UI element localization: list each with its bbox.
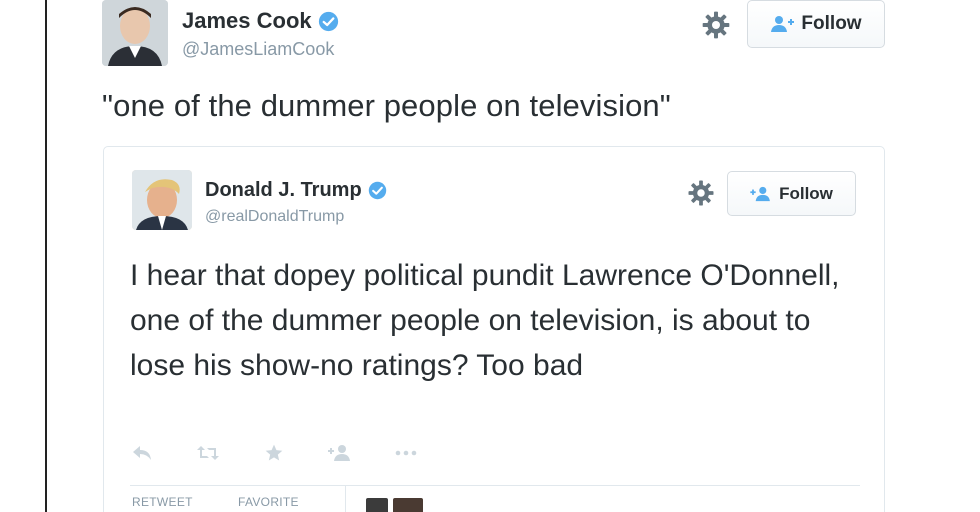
quoted-follow-button[interactable]: Follow bbox=[727, 171, 856, 216]
follow-action-button[interactable] bbox=[328, 441, 352, 465]
follow-person-icon bbox=[328, 445, 350, 461]
quoted-avatar[interactable] bbox=[132, 170, 192, 230]
gear-icon[interactable] bbox=[686, 178, 716, 208]
retweet-icon bbox=[197, 446, 219, 460]
tweet-text: "one of the dummer people on television" bbox=[102, 88, 671, 123]
favorite-star-icon bbox=[265, 444, 283, 461]
follow-button-label: Follow bbox=[801, 13, 862, 34]
more-dots-icon bbox=[395, 450, 417, 456]
quoted-follow-button-label: Follow bbox=[779, 183, 833, 203]
retweet-button[interactable] bbox=[196, 441, 220, 465]
reply-button[interactable] bbox=[130, 441, 154, 465]
avatar[interactable] bbox=[393, 498, 423, 512]
quoted-author-handle[interactable]: @realDonaldTrump bbox=[205, 208, 344, 226]
avatar[interactable] bbox=[102, 0, 168, 66]
follow-button[interactable]: Follow bbox=[747, 0, 885, 48]
profile-photo-icon bbox=[132, 170, 192, 230]
verified-badge-icon bbox=[368, 181, 386, 200]
author-name-text: James Cook bbox=[182, 8, 312, 33]
avatar[interactable] bbox=[366, 498, 388, 512]
gear-icon[interactable] bbox=[700, 9, 732, 41]
add-user-icon bbox=[771, 16, 795, 32]
left-border-line bbox=[45, 0, 47, 512]
add-user-icon bbox=[750, 186, 770, 201]
retweet-stat-label[interactable]: RETWEET bbox=[132, 495, 193, 509]
profile-photo-icon bbox=[102, 0, 168, 66]
author-handle[interactable]: @JamesLiamCook bbox=[182, 39, 334, 60]
quoted-author-name-text: Donald J. Trump bbox=[205, 179, 362, 201]
tweet-actions bbox=[130, 441, 460, 465]
favorite-stat-label[interactable]: FAVORITE bbox=[238, 495, 299, 509]
favoriter-avatars bbox=[366, 498, 423, 512]
quoted-tweet-text: I hear that dopey political pundit Lawre… bbox=[130, 259, 840, 382]
favorite-button[interactable] bbox=[262, 441, 286, 465]
stats-divider bbox=[130, 485, 860, 486]
quoted-author-name[interactable]: Donald J. Trump bbox=[205, 179, 387, 202]
quoted-tweet-card[interactable]: Donald J. Trump @realDonaldTrump Follow bbox=[103, 146, 885, 512]
verified-badge-icon bbox=[318, 11, 338, 31]
more-button[interactable] bbox=[394, 441, 418, 465]
reply-icon bbox=[133, 446, 151, 460]
author-name[interactable]: James Cook bbox=[182, 8, 339, 34]
stats-vertical-divider bbox=[345, 485, 346, 512]
